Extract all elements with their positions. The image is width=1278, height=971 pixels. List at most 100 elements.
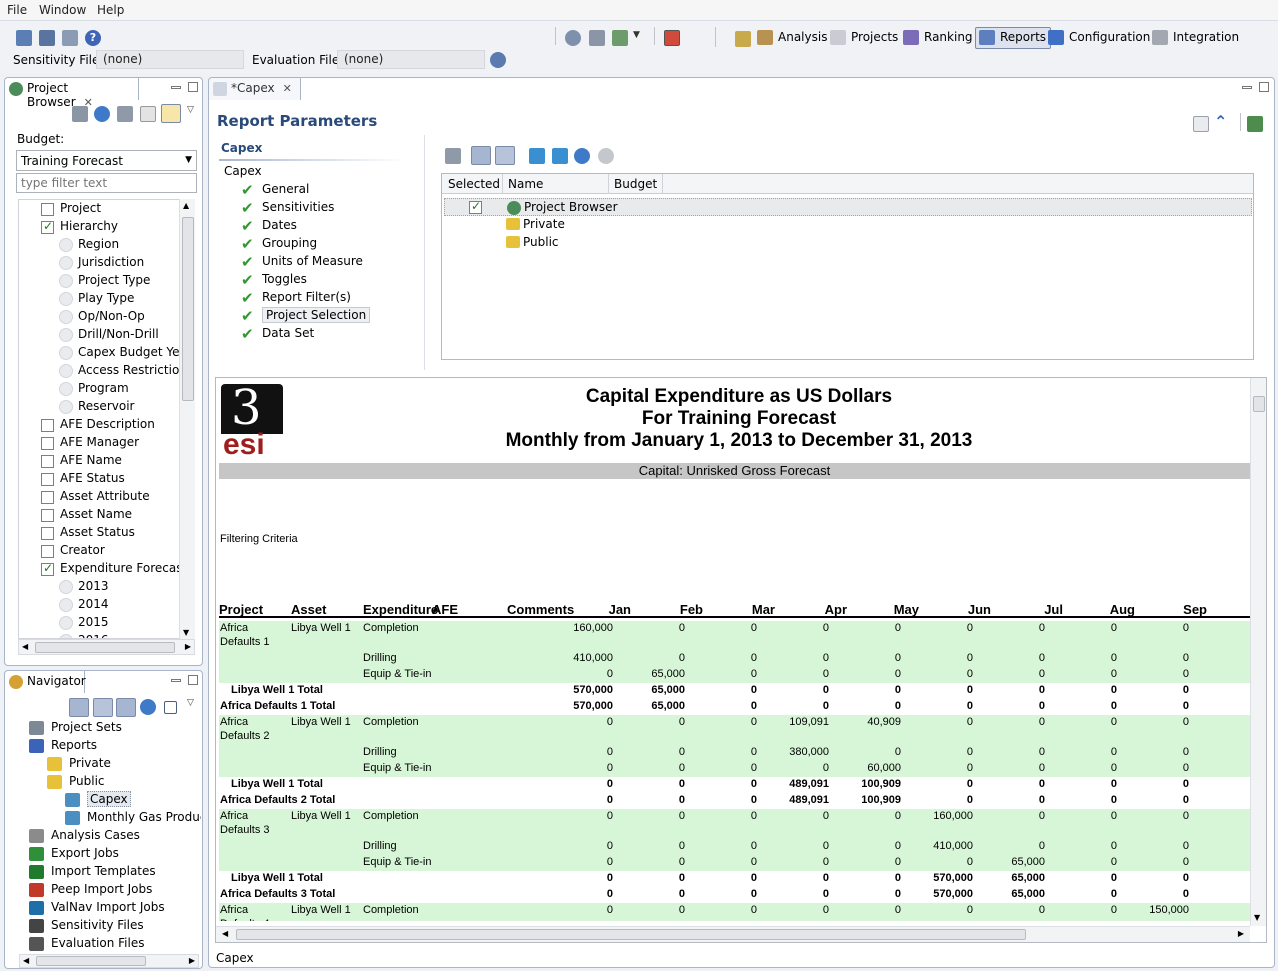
scroll-thumb[interactable] <box>236 929 1026 940</box>
parameter-item[interactable]: ✔ Project Selection <box>239 307 409 325</box>
menu-window[interactable]: Window <box>39 3 86 17</box>
perspective-integration[interactable]: Integration <box>1149 28 1243 48</box>
navigator-item[interactable]: Capex <box>21 791 201 809</box>
navigator-item[interactable]: ValNav Import Jobs <box>21 899 201 917</box>
tree-radio[interactable] <box>59 238 73 252</box>
tree-checkbox[interactable] <box>41 491 54 504</box>
tab-navigator[interactable]: Navigator <box>5 671 86 693</box>
tree-radio[interactable] <box>59 382 73 396</box>
tree-radio[interactable] <box>59 346 73 360</box>
scroll-right-icon[interactable]: ▶ <box>189 956 195 965</box>
tree-vertical-scrollbar[interactable]: ▲ ▼ <box>179 199 195 639</box>
save-all-icon[interactable] <box>39 30 55 46</box>
scroll-left-icon[interactable]: ◀ <box>22 642 28 651</box>
tree-item[interactable]: Project <box>19 200 179 218</box>
tab-project-browser[interactable]: Project Browser ✕ <box>5 78 139 109</box>
tree-checkbox[interactable] <box>41 203 54 216</box>
maximize-icon[interactable] <box>188 675 198 685</box>
filter-add-icon[interactable] <box>117 106 133 122</box>
parameter-item[interactable]: ✔ Grouping <box>239 235 409 253</box>
maximize-icon[interactable] <box>188 82 198 92</box>
grid-row[interactable]: Public <box>444 234 1252 252</box>
tree-radio[interactable] <box>59 328 73 342</box>
view-menu-icon[interactable]: ▽ <box>187 105 194 115</box>
tree-radio[interactable] <box>59 364 73 378</box>
tree-item[interactable]: AFE Description <box>19 416 179 434</box>
navigator-item[interactable]: Private <box>21 755 201 773</box>
refresh-icon[interactable] <box>94 106 110 122</box>
sensitivity-file-field[interactable]: (none) <box>96 50 244 69</box>
perspective-configuration[interactable]: Configuration <box>1045 28 1154 48</box>
tree-item[interactable]: Reservoir <box>19 398 179 416</box>
budget-select[interactable]: Training Forecast ▼ <box>16 150 197 171</box>
tree-item[interactable]: Op/Non-Op <box>19 308 179 326</box>
chart-icon[interactable] <box>612 30 628 46</box>
collapse-all-icon[interactable] <box>164 701 177 714</box>
navigator-item[interactable]: Monthly Gas Production <box>21 809 201 827</box>
grid-row[interactable]: Private <box>444 216 1252 234</box>
filter-add-icon[interactable] <box>445 148 461 164</box>
tree-radio[interactable] <box>59 616 73 630</box>
menu-help[interactable]: Help <box>97 3 124 17</box>
minimize-icon[interactable] <box>171 86 181 89</box>
evaluation-file-field[interactable]: (none) <box>337 50 485 69</box>
filter-icon[interactable] <box>72 106 88 122</box>
scroll-thumb[interactable] <box>1253 396 1265 412</box>
tree-item[interactable]: Asset Status <box>19 524 179 542</box>
minimize-icon[interactable] <box>1242 86 1252 89</box>
export-icon[interactable] <box>1247 116 1263 132</box>
menu-file[interactable]: File <box>7 3 27 17</box>
navigator-item[interactable]: Analysis Cases <box>21 827 201 845</box>
scroll-down-icon[interactable]: ▼ <box>183 628 189 637</box>
tree-checkbox[interactable] <box>41 473 54 486</box>
user-toggle-icon[interactable] <box>471 146 491 165</box>
close-icon[interactable]: ✕ <box>283 82 292 95</box>
tree-item[interactable]: Program <box>19 380 179 398</box>
toggle-filter-icon[interactable] <box>161 104 181 123</box>
parameter-item[interactable]: ✔ Sensitivities <box>239 199 409 217</box>
tree-item[interactable]: Play Type <box>19 290 179 308</box>
column-name[interactable]: Name <box>508 177 543 191</box>
tree-item[interactable]: Project Type <box>19 272 179 290</box>
navigator-item[interactable]: Evaluation Files <box>21 935 201 951</box>
clear-icon[interactable] <box>140 106 156 122</box>
tree-item[interactable]: AFE Status <box>19 470 179 488</box>
move-down-icon[interactable] <box>529 148 545 164</box>
collapse-up-icon[interactable]: ⌃ <box>1214 112 1227 131</box>
navigator-item[interactable]: Import Templates <box>21 863 201 881</box>
help-icon[interactable]: ? <box>85 30 101 46</box>
minimize-icon[interactable] <box>171 679 181 682</box>
grid-row[interactable]: Project Browser <box>444 198 1252 216</box>
parameter-item[interactable]: ✔ Units of Measure <box>239 253 409 271</box>
open-perspective-icon[interactable] <box>735 31 751 47</box>
tree-checkbox[interactable] <box>41 545 54 558</box>
calendar-icon[interactable] <box>664 30 680 46</box>
tree-checkbox[interactable] <box>41 561 54 576</box>
tree-radio[interactable] <box>59 274 73 288</box>
parameter-item[interactable]: ✔ Toggles <box>239 271 409 289</box>
clock-icon[interactable] <box>565 30 581 46</box>
tree-item[interactable]: 2013 <box>19 578 179 596</box>
perspective-projects[interactable]: Projects <box>827 28 902 48</box>
tree-checkbox[interactable] <box>41 455 54 468</box>
scroll-left-icon[interactable]: ◀ <box>23 956 29 965</box>
refresh-icon[interactable] <box>574 148 590 164</box>
tree-item[interactable]: 2016 <box>19 632 179 638</box>
tree-item[interactable]: Jurisdiction <box>19 254 179 272</box>
user-toggle-icon[interactable] <box>93 698 113 717</box>
tree-item[interactable]: 2014 <box>19 596 179 614</box>
scroll-right-icon[interactable]: ▶ <box>185 642 191 651</box>
tree-horizontal-scrollbar[interactable]: ◀ ▶ <box>18 639 195 655</box>
navigator-item[interactable]: Sensitivity Files <box>21 917 201 935</box>
refresh-icon[interactable] <box>140 699 156 715</box>
parameter-item[interactable]: ✔ General <box>239 181 409 199</box>
perspective-ranking[interactable]: Ranking <box>900 28 977 48</box>
scroll-up-icon[interactable]: ▲ <box>183 201 189 210</box>
scroll-right-icon[interactable]: ▶ <box>1238 929 1244 938</box>
print-icon[interactable] <box>62 30 78 46</box>
navigator-horizontal-scrollbar[interactable]: ◀ ▶ <box>19 954 199 968</box>
tree-radio[interactable] <box>59 598 73 612</box>
tree-item[interactable]: 2015 <box>19 614 179 632</box>
filter-input[interactable] <box>16 173 197 193</box>
tree-item[interactable]: AFE Name <box>19 452 179 470</box>
